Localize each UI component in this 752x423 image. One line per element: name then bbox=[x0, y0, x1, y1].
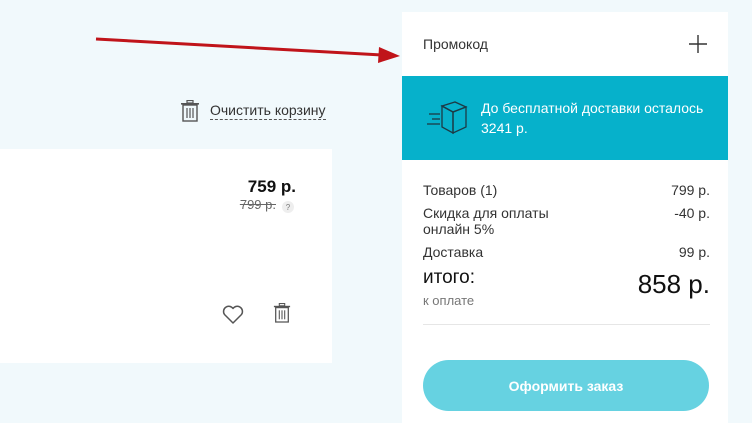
checkout-button[interactable]: Оформить заказ bbox=[423, 360, 709, 411]
divider bbox=[423, 324, 710, 325]
summary-row-delivery: Доставка 99 р. bbox=[423, 244, 710, 260]
summary-row-label: Скидка для оплаты онлайн 5% bbox=[423, 205, 549, 237]
cart-item-card: 759 р. 799 р. ? bbox=[0, 149, 332, 363]
summary-row-value: -40 р. bbox=[674, 205, 710, 221]
total-amount: 858 р. bbox=[637, 269, 710, 299]
free-delivery-banner: До бесплатной доставки осталось 3241 р. bbox=[402, 76, 728, 160]
summary-row-label: Доставка bbox=[423, 244, 484, 260]
promo-code-toggle[interactable]: Промокод bbox=[402, 12, 728, 76]
promo-code-label: Промокод bbox=[423, 36, 488, 52]
box-icon bbox=[427, 101, 468, 135]
total-subtitle: к оплате bbox=[423, 293, 475, 308]
delivery-message: До бесплатной доставки осталось 3241 р. bbox=[481, 98, 703, 138]
clear-cart-button[interactable]: Очистить корзину bbox=[180, 100, 326, 122]
help-icon[interactable]: ? bbox=[282, 201, 294, 213]
order-summary-panel: Промокод До бесплатной доставки осталось… bbox=[402, 12, 728, 423]
trash-icon[interactable] bbox=[273, 302, 291, 324]
item-price: 759 р. bbox=[247, 177, 296, 196]
item-old-price: 799 р. bbox=[239, 197, 276, 212]
delivery-message-line1: До бесплатной доставки осталось bbox=[481, 100, 704, 116]
summary-row-discount: Скидка для оплаты онлайн 5% -40 р. bbox=[423, 205, 710, 237]
summary-row-value: 799 р. bbox=[671, 182, 710, 198]
plus-icon bbox=[689, 35, 707, 53]
grand-total: итого: к оплате 858 р. bbox=[423, 267, 710, 308]
clear-cart-label: Очистить корзину bbox=[210, 102, 326, 120]
summary-row-value: 99 р. bbox=[678, 244, 710, 260]
heart-icon[interactable] bbox=[222, 305, 244, 325]
summary-row-items: Товаров (1) 799 р. bbox=[423, 182, 710, 198]
total-title: итого: bbox=[423, 267, 476, 288]
summary-row-label: Товаров (1) bbox=[423, 182, 498, 198]
totals-section: Товаров (1) 799 р. Скидка для оплаты онл… bbox=[402, 160, 728, 325]
trash-icon bbox=[181, 100, 199, 122]
delivery-remaining-amount: 3241 р. bbox=[481, 120, 528, 136]
